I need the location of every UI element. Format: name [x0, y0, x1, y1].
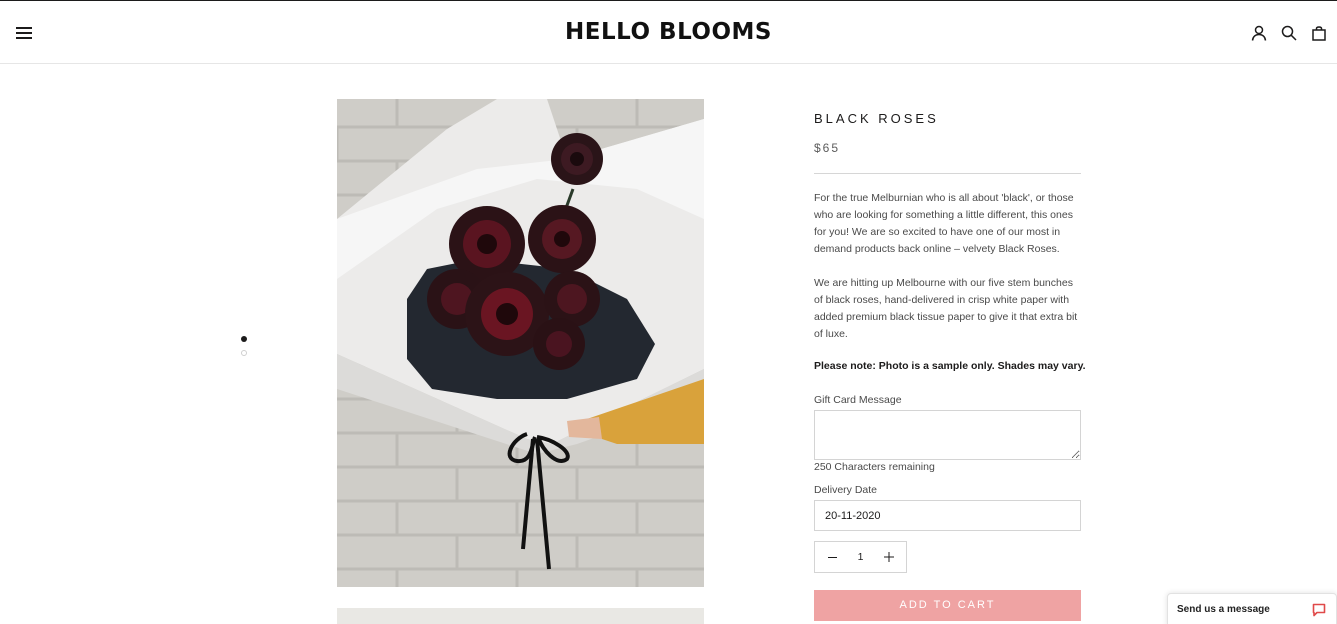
chat-icon: [1312, 603, 1326, 617]
product-image[interactable]: [337, 99, 704, 587]
product-price: $65: [814, 141, 841, 155]
gift-card-label: Gift Card Message: [814, 394, 902, 406]
gallery-dot-1[interactable]: [241, 336, 247, 342]
product-description-2: We are hitting up Melbourne with our fiv…: [814, 277, 1078, 340]
quantity-decrease-button[interactable]: [817, 542, 847, 572]
plus-icon: [884, 552, 894, 562]
delivery-date-label: Delivery Date: [814, 484, 878, 496]
sample-note: Please note: Photo is a sample only. Sha…: [814, 360, 1086, 372]
chat-widget[interactable]: Send us a message: [1167, 593, 1337, 624]
site-header: HELLO BLOOMS: [0, 1, 1337, 64]
gift-card-message-input[interactable]: [814, 410, 1081, 460]
search-icon[interactable]: [1281, 25, 1297, 41]
gallery-pagination: [241, 336, 247, 364]
gallery-dot-2[interactable]: [241, 350, 247, 356]
chat-label: Send us a message: [1177, 604, 1270, 615]
divider: [814, 173, 1081, 174]
quantity-stepper: 1: [814, 541, 907, 573]
characters-remaining: 250 Characters remaining: [814, 461, 935, 473]
product-image-2[interactable]: [337, 608, 704, 624]
product-title: BLACK ROSES: [814, 111, 939, 126]
account-icon[interactable]: [1251, 25, 1267, 41]
delivery-date-input[interactable]: [814, 500, 1081, 531]
quantity-increase-button[interactable]: [874, 542, 904, 572]
site-logo[interactable]: HELLO BLOOMS: [0, 19, 1337, 45]
product-description-1: For the true Melburnian who is all about…: [814, 192, 1074, 255]
add-to-cart-button[interactable]: ADD TO CART: [814, 590, 1081, 621]
quantity-value[interactable]: 1: [845, 542, 876, 572]
minus-icon: [827, 556, 837, 558]
cart-icon[interactable]: [1311, 25, 1327, 41]
